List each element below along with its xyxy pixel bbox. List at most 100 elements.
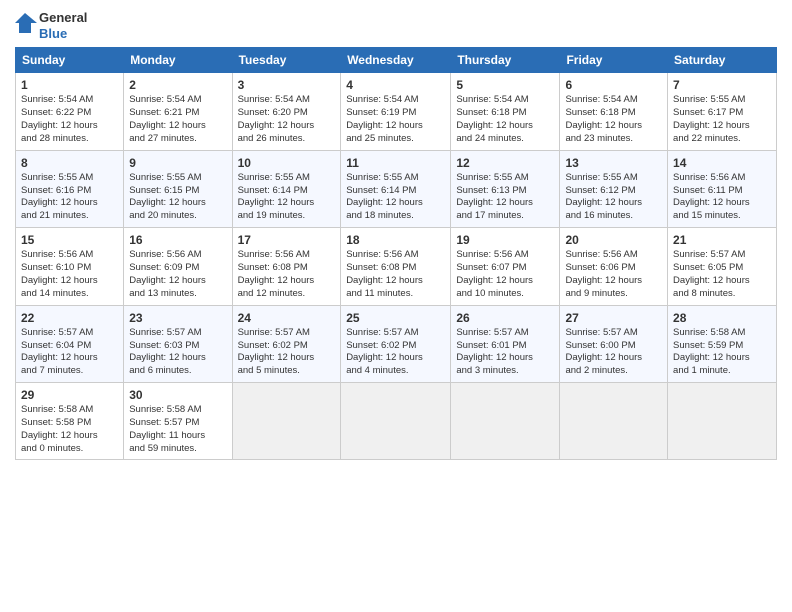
day-number: 26: [456, 310, 554, 326]
week-row-5: 29Sunrise: 5:58 AM Sunset: 5:58 PM Dayli…: [16, 382, 777, 459]
day-info: Sunrise: 5:58 AM Sunset: 5:57 PM Dayligh…: [129, 404, 226, 455]
day-number: 28: [673, 310, 771, 326]
day-info: Sunrise: 5:55 AM Sunset: 6:15 PM Dayligh…: [129, 172, 226, 223]
day-cell: [668, 382, 777, 459]
day-info: Sunrise: 5:54 AM Sunset: 6:18 PM Dayligh…: [565, 94, 662, 145]
day-number: 10: [238, 155, 336, 171]
day-cell: 15Sunrise: 5:56 AM Sunset: 6:10 PM Dayli…: [16, 228, 124, 305]
day-cell: 27Sunrise: 5:57 AM Sunset: 6:00 PM Dayli…: [560, 305, 668, 382]
day-info: Sunrise: 5:55 AM Sunset: 6:14 PM Dayligh…: [238, 172, 336, 223]
day-info: Sunrise: 5:57 AM Sunset: 6:00 PM Dayligh…: [565, 327, 662, 378]
logo-bird-icon: [15, 11, 37, 41]
day-info: Sunrise: 5:55 AM Sunset: 6:13 PM Dayligh…: [456, 172, 554, 223]
day-info: Sunrise: 5:58 AM Sunset: 5:59 PM Dayligh…: [673, 327, 771, 378]
day-number: 23: [129, 310, 226, 326]
day-cell: 22Sunrise: 5:57 AM Sunset: 6:04 PM Dayli…: [16, 305, 124, 382]
day-cell: 25Sunrise: 5:57 AM Sunset: 6:02 PM Dayli…: [341, 305, 451, 382]
day-info: Sunrise: 5:56 AM Sunset: 6:09 PM Dayligh…: [129, 249, 226, 300]
day-cell: 6Sunrise: 5:54 AM Sunset: 6:18 PM Daylig…: [560, 73, 668, 150]
day-cell: 29Sunrise: 5:58 AM Sunset: 5:58 PM Dayli…: [16, 382, 124, 459]
day-info: Sunrise: 5:56 AM Sunset: 6:08 PM Dayligh…: [238, 249, 336, 300]
day-cell: 24Sunrise: 5:57 AM Sunset: 6:02 PM Dayli…: [232, 305, 341, 382]
day-number: 29: [21, 387, 118, 403]
day-number: 21: [673, 232, 771, 248]
day-number: 11: [346, 155, 445, 171]
col-header-sunday: Sunday: [16, 48, 124, 73]
day-cell: [341, 382, 451, 459]
day-cell: 18Sunrise: 5:56 AM Sunset: 6:08 PM Dayli…: [341, 228, 451, 305]
day-cell: 11Sunrise: 5:55 AM Sunset: 6:14 PM Dayli…: [341, 150, 451, 227]
col-header-monday: Monday: [124, 48, 232, 73]
day-info: Sunrise: 5:57 AM Sunset: 6:03 PM Dayligh…: [129, 327, 226, 378]
day-number: 30: [129, 387, 226, 403]
day-info: Sunrise: 5:56 AM Sunset: 6:08 PM Dayligh…: [346, 249, 445, 300]
day-cell: 20Sunrise: 5:56 AM Sunset: 6:06 PM Dayli…: [560, 228, 668, 305]
day-number: 16: [129, 232, 226, 248]
day-number: 6: [565, 77, 662, 93]
day-cell: 3Sunrise: 5:54 AM Sunset: 6:20 PM Daylig…: [232, 73, 341, 150]
day-cell: 30Sunrise: 5:58 AM Sunset: 5:57 PM Dayli…: [124, 382, 232, 459]
day-info: Sunrise: 5:57 AM Sunset: 6:02 PM Dayligh…: [238, 327, 336, 378]
page: GeneralBlue SundayMondayTuesdayWednesday…: [0, 0, 792, 470]
day-info: Sunrise: 5:54 AM Sunset: 6:20 PM Dayligh…: [238, 94, 336, 145]
day-info: Sunrise: 5:56 AM Sunset: 6:06 PM Dayligh…: [565, 249, 662, 300]
day-info: Sunrise: 5:56 AM Sunset: 6:10 PM Dayligh…: [21, 249, 118, 300]
day-info: Sunrise: 5:54 AM Sunset: 6:21 PM Dayligh…: [129, 94, 226, 145]
day-number: 22: [21, 310, 118, 326]
day-number: 13: [565, 155, 662, 171]
day-number: 1: [21, 77, 118, 93]
day-cell: 12Sunrise: 5:55 AM Sunset: 6:13 PM Dayli…: [451, 150, 560, 227]
day-number: 3: [238, 77, 336, 93]
day-cell: 4Sunrise: 5:54 AM Sunset: 6:19 PM Daylig…: [341, 73, 451, 150]
day-number: 18: [346, 232, 445, 248]
day-cell: 17Sunrise: 5:56 AM Sunset: 6:08 PM Dayli…: [232, 228, 341, 305]
day-number: 4: [346, 77, 445, 93]
day-info: Sunrise: 5:55 AM Sunset: 6:12 PM Dayligh…: [565, 172, 662, 223]
week-row-3: 15Sunrise: 5:56 AM Sunset: 6:10 PM Dayli…: [16, 228, 777, 305]
day-cell: 14Sunrise: 5:56 AM Sunset: 6:11 PM Dayli…: [668, 150, 777, 227]
day-cell: 13Sunrise: 5:55 AM Sunset: 6:12 PM Dayli…: [560, 150, 668, 227]
day-number: 9: [129, 155, 226, 171]
day-number: 25: [346, 310, 445, 326]
header-row: SundayMondayTuesdayWednesdayThursdayFrid…: [16, 48, 777, 73]
day-cell: 21Sunrise: 5:57 AM Sunset: 6:05 PM Dayli…: [668, 228, 777, 305]
header: GeneralBlue: [15, 10, 777, 41]
day-cell: 5Sunrise: 5:54 AM Sunset: 6:18 PM Daylig…: [451, 73, 560, 150]
week-row-2: 8Sunrise: 5:55 AM Sunset: 6:16 PM Daylig…: [16, 150, 777, 227]
day-info: Sunrise: 5:54 AM Sunset: 6:18 PM Dayligh…: [456, 94, 554, 145]
day-cell: 10Sunrise: 5:55 AM Sunset: 6:14 PM Dayli…: [232, 150, 341, 227]
day-number: 19: [456, 232, 554, 248]
day-info: Sunrise: 5:57 AM Sunset: 6:04 PM Dayligh…: [21, 327, 118, 378]
day-info: Sunrise: 5:54 AM Sunset: 6:19 PM Dayligh…: [346, 94, 445, 145]
day-number: 8: [21, 155, 118, 171]
col-header-friday: Friday: [560, 48, 668, 73]
logo: GeneralBlue: [15, 10, 87, 41]
day-info: Sunrise: 5:57 AM Sunset: 6:02 PM Dayligh…: [346, 327, 445, 378]
day-info: Sunrise: 5:58 AM Sunset: 5:58 PM Dayligh…: [21, 404, 118, 455]
day-cell: 7Sunrise: 5:55 AM Sunset: 6:17 PM Daylig…: [668, 73, 777, 150]
day-number: 12: [456, 155, 554, 171]
col-header-thursday: Thursday: [451, 48, 560, 73]
day-cell: 2Sunrise: 5:54 AM Sunset: 6:21 PM Daylig…: [124, 73, 232, 150]
day-cell: 23Sunrise: 5:57 AM Sunset: 6:03 PM Dayli…: [124, 305, 232, 382]
day-number: 15: [21, 232, 118, 248]
day-info: Sunrise: 5:55 AM Sunset: 6:16 PM Dayligh…: [21, 172, 118, 223]
day-number: 7: [673, 77, 771, 93]
day-info: Sunrise: 5:55 AM Sunset: 6:17 PM Dayligh…: [673, 94, 771, 145]
day-cell: [560, 382, 668, 459]
day-cell: [451, 382, 560, 459]
week-row-1: 1Sunrise: 5:54 AM Sunset: 6:22 PM Daylig…: [16, 73, 777, 150]
week-row-4: 22Sunrise: 5:57 AM Sunset: 6:04 PM Dayli…: [16, 305, 777, 382]
day-info: Sunrise: 5:55 AM Sunset: 6:14 PM Dayligh…: [346, 172, 445, 223]
day-cell: 16Sunrise: 5:56 AM Sunset: 6:09 PM Dayli…: [124, 228, 232, 305]
day-number: 20: [565, 232, 662, 248]
day-info: Sunrise: 5:56 AM Sunset: 6:11 PM Dayligh…: [673, 172, 771, 223]
day-cell: 19Sunrise: 5:56 AM Sunset: 6:07 PM Dayli…: [451, 228, 560, 305]
day-number: 27: [565, 310, 662, 326]
logo-text: GeneralBlue: [39, 10, 87, 41]
day-number: 24: [238, 310, 336, 326]
day-cell: [232, 382, 341, 459]
col-header-tuesday: Tuesday: [232, 48, 341, 73]
day-info: Sunrise: 5:54 AM Sunset: 6:22 PM Dayligh…: [21, 94, 118, 145]
day-info: Sunrise: 5:56 AM Sunset: 6:07 PM Dayligh…: [456, 249, 554, 300]
